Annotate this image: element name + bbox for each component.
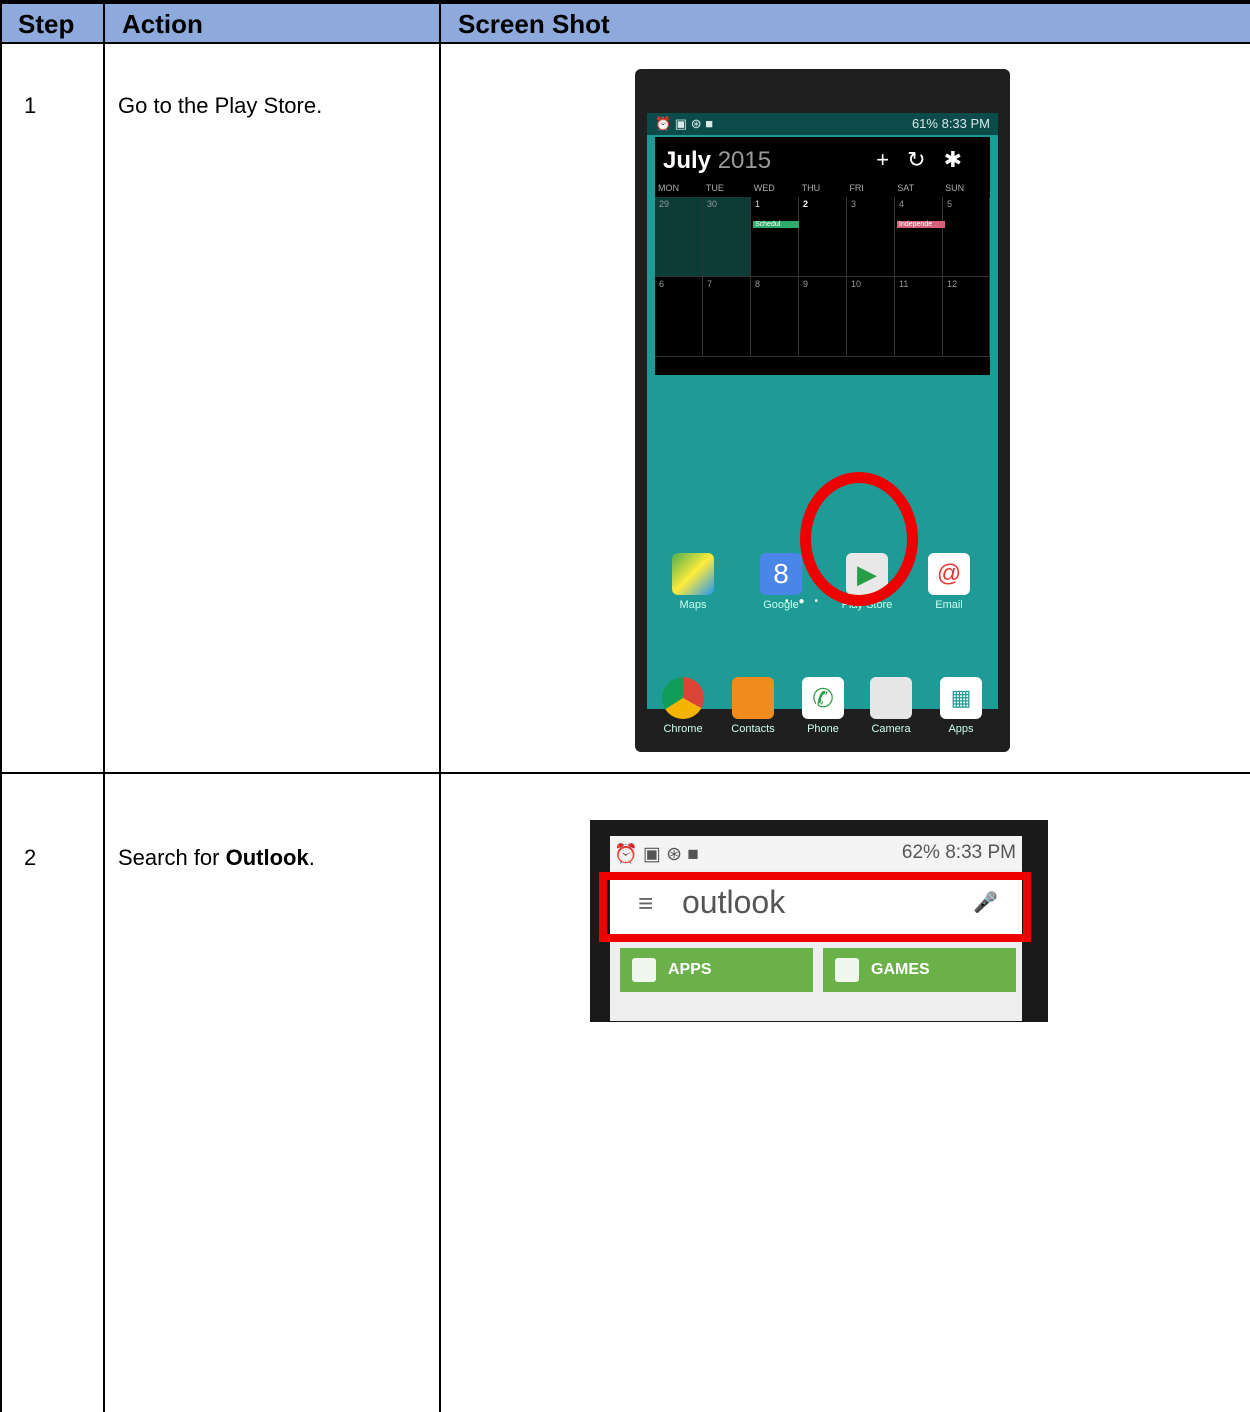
notification-icons: ⏰ ▣ ⊛ ■ (655, 116, 714, 131)
table-border-left (0, 4, 2, 1412)
calendar-widget: July 2015 +↻✱ MON TUE WED THU FRI SAT SUN 29 3… (655, 137, 990, 375)
google-icon: 8 (760, 553, 802, 595)
step-action: Search for Outlook. (118, 845, 315, 870)
email-icon: @ (928, 553, 970, 595)
step-number: 2 (24, 845, 37, 870)
status-time: 61% 8:33 PM (911, 116, 990, 131)
gear-icon: ✱ (943, 147, 980, 172)
add-icon: + (876, 147, 908, 172)
contacts-icon (732, 677, 774, 719)
chrome-icon (662, 677, 704, 719)
calendar-event: Independe (897, 221, 945, 228)
app-email[interactable]: @ Email (919, 553, 979, 611)
apps-grid-icon: ▦ (940, 677, 982, 719)
screenshot-home-screen: ⏰ ▣ ⊛ ■ 61% 8:33 PM July 2015 +↻✱ MON TUE… (635, 69, 1010, 752)
header-step: Step (0, 4, 104, 44)
page-indicator: •●• (785, 596, 829, 607)
camera-icon (870, 677, 912, 719)
phone-screen: ⏰ ▣ ⊛ ■ 61% 8:33 PM July 2015 +↻✱ MON TUE… (647, 113, 998, 735)
header-screenshot: Screen Shot (440, 4, 1250, 44)
column-divider (103, 4, 105, 1412)
app-apps[interactable]: ▦ Apps (931, 677, 991, 735)
row-divider (0, 772, 1250, 774)
calendar-month: July 2015 (663, 147, 772, 174)
highlight-circle (800, 472, 918, 606)
app-camera[interactable]: Camera (861, 677, 921, 735)
step-action: Go to the Play Store. (118, 93, 323, 118)
calendar-event: Schedul (753, 221, 799, 228)
app-contacts[interactable]: Contacts (723, 677, 783, 735)
phone2-lower-layer (590, 820, 1048, 1021)
app-phone[interactable]: ✆ Phone (793, 677, 853, 735)
step-number: 1 (24, 93, 37, 118)
calendar-tools: +↻✱ (876, 147, 980, 173)
column-divider (439, 4, 441, 1412)
calendar-weekdays: MON TUE WED THU FRI SAT SUN (658, 183, 965, 193)
document-page: Step Action Screen Shot 1 Go to the Play… (0, 0, 1250, 1412)
refresh-icon: ↻ (907, 147, 944, 172)
header-action: Action (104, 4, 440, 44)
status-bar: ⏰ ▣ ⊛ ■ 61% 8:33 PM (647, 113, 998, 135)
app-chrome[interactable]: Chrome (653, 677, 713, 735)
dock: Chrome Contacts ✆ Phone Camera ▦ Apps (647, 673, 998, 751)
maps-icon (672, 553, 714, 595)
phone-icon: ✆ (802, 677, 844, 719)
app-maps[interactable]: Maps (663, 553, 723, 611)
calendar-grid: 29 30 1 2 3 4 5 6 7 8 9 10 11 12 Schedul… (655, 197, 990, 357)
